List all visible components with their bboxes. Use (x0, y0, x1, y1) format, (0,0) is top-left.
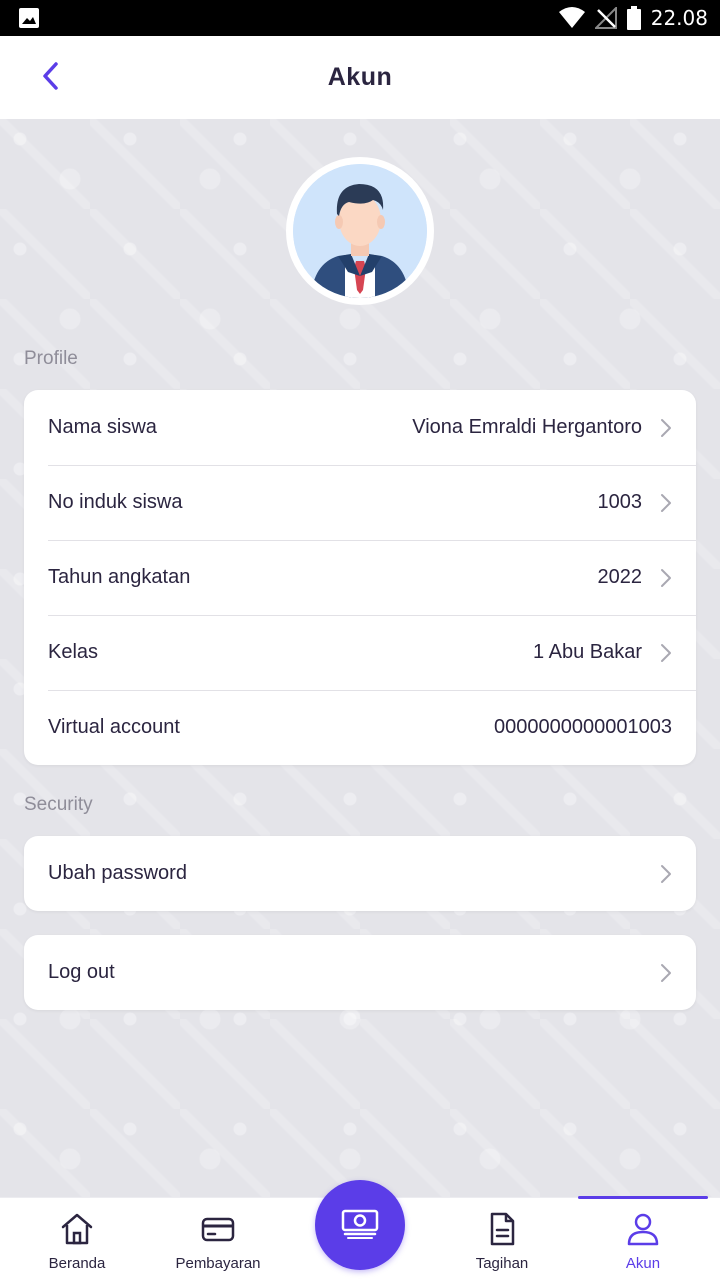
row-label: Ubah password (48, 862, 187, 884)
profile-row-no-induk[interactable]: No induk siswa 1003 (24, 465, 696, 540)
chevron-right-icon (660, 963, 672, 983)
nav-label: Pembayaran (175, 1255, 261, 1272)
nav-label: Tagihan (475, 1255, 529, 1272)
nav-item-akun[interactable]: Akun (604, 1198, 682, 1280)
nav-label: Beranda (48, 1255, 106, 1272)
profile-row-tahun-angkatan[interactable]: Tahun angkatan 2022 (24, 540, 696, 615)
avatar (286, 157, 434, 305)
chevron-right-icon (660, 568, 672, 588)
chevron-right-icon (660, 493, 672, 513)
card-icon (200, 1212, 236, 1251)
battery-icon (626, 6, 641, 30)
user-icon (625, 1212, 661, 1251)
profile-section-label: Profile (24, 348, 78, 369)
security-section-label: Security (24, 794, 93, 815)
chevron-left-icon (40, 61, 60, 96)
profile-card: Nama siswa Viona Emraldi Hergantoro No i… (24, 390, 696, 765)
payment-fab-button[interactable] (315, 1180, 405, 1270)
row-label: Log out (48, 961, 115, 983)
no-signal-icon (594, 7, 617, 29)
image-icon (18, 7, 40, 29)
nav-item-tagihan[interactable]: Tagihan (462, 1198, 542, 1280)
status-bar: 22.08 (0, 0, 720, 36)
row-value: 2022 (597, 566, 643, 588)
money-icon (341, 1207, 379, 1244)
row-label: No induk siswa (48, 491, 183, 513)
profile-row-kelas[interactable]: Kelas 1 Abu Bakar (24, 615, 696, 690)
wifi-icon (558, 7, 585, 29)
avatar-image (293, 164, 427, 298)
row-value: Viona Emraldi Hergantoro (412, 416, 642, 438)
row-value: 0000000000001003 (494, 716, 672, 738)
profile-row-nama-siswa[interactable]: Nama siswa Viona Emraldi Hergantoro (24, 390, 696, 465)
content-area: Profile Nama siswa Viona Emraldi Hergant… (0, 119, 720, 1197)
chevron-right-icon (660, 418, 672, 438)
row-value: 1 Abu Bakar (533, 641, 642, 663)
chevron-right-icon (660, 643, 672, 663)
row-label: Tahun angkatan (48, 566, 191, 588)
change-password-button[interactable]: Ubah password (24, 836, 696, 911)
logout-button[interactable]: Log out (24, 935, 696, 1010)
security-card: Ubah password (24, 836, 696, 911)
chevron-right-icon (660, 864, 672, 884)
page-title: Akun (327, 63, 393, 91)
document-icon (484, 1212, 520, 1251)
logout-card: Log out (24, 935, 696, 1010)
row-label: Kelas (48, 641, 99, 663)
home-icon (59, 1212, 95, 1251)
row-value: 1003 (597, 491, 643, 513)
nav-label: Akun (625, 1255, 661, 1272)
back-button[interactable] (32, 60, 68, 96)
profile-row-virtual-account: Virtual account 0000000000001003 (24, 690, 696, 765)
nav-item-beranda[interactable]: Beranda (36, 1198, 118, 1280)
status-time: 22.08 (650, 6, 708, 30)
row-label: Nama siswa (48, 416, 157, 438)
row-label: Virtual account (48, 716, 180, 738)
app-header: Akun (0, 36, 720, 119)
nav-item-pembayaran[interactable]: Pembayaran (168, 1198, 268, 1280)
